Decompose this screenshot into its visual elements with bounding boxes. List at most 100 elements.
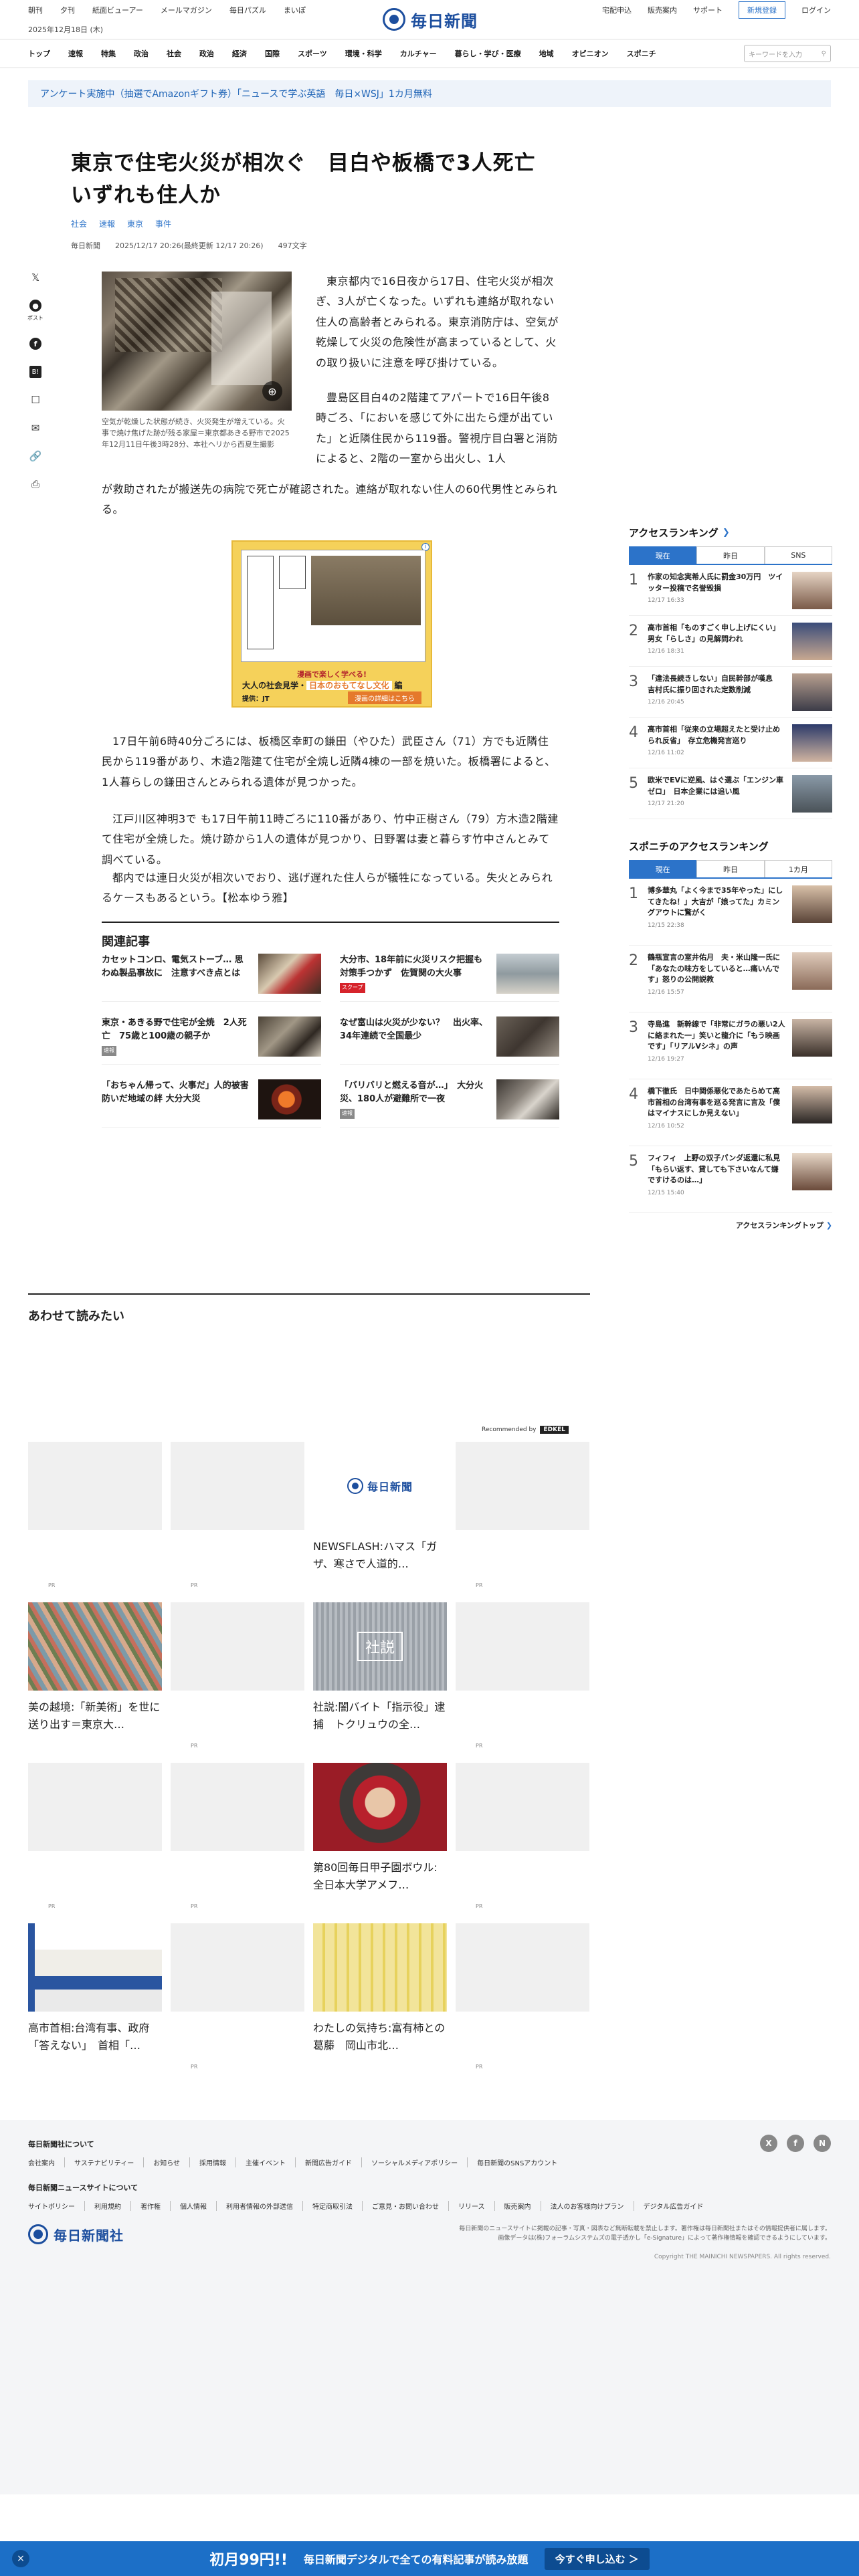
related-item[interactable]: 「おちゃん帰って、火事だ」人的被害防いだ地域の絆 大分大災	[102, 1079, 321, 1128]
tag-link[interactable]: 社会	[71, 218, 87, 229]
ranking-item[interactable]: 5 フィフィ 上野の双子パンダ返還に私見「もらい返す、貸しても下さいなんて嫌ですけ…	[629, 1146, 832, 1213]
note-icon[interactable]: N	[814, 2135, 831, 2152]
recommend-card[interactable]: PR	[171, 1442, 304, 1602]
bookmark-icon[interactable]: ☐	[29, 394, 41, 406]
nav-item[interactable]: 速報	[68, 48, 83, 59]
tab-month[interactable]: 1カ月	[764, 860, 832, 877]
link-support[interactable]: サポート	[693, 5, 723, 15]
photo-image[interactable]: ⊕	[102, 272, 292, 411]
link-icon[interactable]: 🔗	[29, 450, 42, 462]
tab-now[interactable]: 現在	[629, 860, 697, 877]
footer-link[interactable]: 主催イベント	[236, 2157, 296, 2167]
recommend-card[interactable]: PR	[171, 1923, 304, 2084]
mail-icon[interactable]: ✉	[29, 422, 41, 434]
tab-now[interactable]: 現在	[629, 546, 697, 564]
login-button[interactable]: ログイン	[801, 5, 831, 15]
ranking-item[interactable]: 1 作家の知念実希人氏に罰金30万円 ツイッター投稿で名誉毀損 12/17 16:3…	[629, 565, 832, 616]
related-item[interactable]: 大分市、18年前に火災リスク把握も対策手つかず 佐賀関の大火事 スクープ	[340, 954, 559, 1002]
nav-item[interactable]: スポニチ	[627, 48, 656, 59]
register-button[interactable]: 新規登録	[739, 1, 785, 19]
facebook-icon[interactable]: f	[29, 338, 41, 350]
link-sales[interactable]: 販売案内	[648, 5, 677, 15]
nav-item[interactable]: 環境・科学	[345, 48, 382, 59]
related-item[interactable]: カセットコンロ、電気ストーブ… 思わぬ製品事故に 注意すべき点とは	[102, 954, 321, 1002]
link-mail[interactable]: メールマガジン	[161, 5, 212, 15]
promo-banner[interactable]: アンケート実施中（抽選でAmazonギフト券）「ニュースで学ぶ英語 毎日×WSJ…	[28, 80, 831, 107]
recommend-card[interactable]: 毎日新聞 NEWSFLASH:ハマス「ガザ、寒さで人道的…	[313, 1442, 447, 1602]
search-input[interactable]: キーワードを入力 ⚲	[744, 45, 831, 62]
recommend-card[interactable]: PR	[456, 1442, 589, 1602]
nav-item[interactable]: 政治	[199, 48, 214, 59]
footer-link[interactable]: お知らせ	[144, 2157, 191, 2167]
recommend-card[interactable]: わたしの気持ち:富有柿との葛藤 岡山市北…	[313, 1923, 447, 2084]
link-maipo[interactable]: まいぽ	[284, 5, 306, 15]
recommend-card[interactable]: PR	[456, 1763, 589, 1923]
nav-item[interactable]: トップ	[28, 48, 50, 59]
recommend-card[interactable]: PR	[28, 1442, 162, 1602]
footer-link[interactable]: 法人のお客様向けプラン	[541, 2201, 634, 2211]
post-icon[interactable]: ●	[29, 300, 41, 312]
ranking-item[interactable]: 1 博多華丸「よく今まで35年やった」にしてきたね！」大吉が「娘ってた」カミングア…	[629, 879, 832, 946]
footer-link[interactable]: 個人情報	[171, 2201, 217, 2211]
recommend-card[interactable]: PR	[171, 1602, 304, 1763]
related-item[interactable]: なぜ富山は火災が少ない？ 出火率、34年連続で全国最少	[340, 1016, 559, 1065]
nav-item[interactable]: カルチャー	[400, 48, 437, 59]
nav-item[interactable]: 暮らし・学び・医療	[455, 48, 521, 59]
facebook-icon[interactable]: f	[787, 2135, 804, 2152]
x-share-icon[interactable]: 𝕏	[29, 272, 41, 284]
access-ranking-title[interactable]: アクセスランキング ❯	[629, 526, 832, 540]
recommend-card[interactable]: 社説 社説:闇バイト「指示役」逮捕 トクリュウの全…	[313, 1602, 447, 1763]
footer-link[interactable]: 採用情報	[190, 2157, 237, 2167]
related-item[interactable]: 東京・あきる野で住宅が全焼 2人死亡 75歳と100歳の親子か 速報	[102, 1016, 321, 1065]
footer-link[interactable]: ご意見・お問い合わせ	[363, 2201, 449, 2211]
footer-link[interactable]: 利用規約	[85, 2201, 131, 2211]
ranking-item[interactable]: 5 欧米でEVに逆風、はぐ選ぶ「エンジン車ゼロ」 日本企業には追い風 12/17 2…	[629, 768, 832, 819]
footer-link[interactable]: サステナビリティー	[65, 2157, 145, 2167]
recommend-card[interactable]: 美の越境:「新美術」を世に送り出す＝東京大…	[28, 1602, 162, 1763]
recommend-card[interactable]: PR	[171, 1763, 304, 1923]
recommend-card[interactable]: PR	[28, 1763, 162, 1923]
footer-link[interactable]: 新聞広告ガイド	[296, 2157, 363, 2167]
tab-yesterday[interactable]: 昨日	[696, 860, 765, 877]
ad-cta-button[interactable]: 漫画の詳細はこちら	[348, 691, 421, 704]
recommend-card[interactable]: 高市首相:台湾有事、政府「答えない」 首相「…	[28, 1923, 162, 2084]
ranking-item[interactable]: 2 鶴瓶宣言の室井佑月 夫・米山隆一氏に「あなたの味方をしていると…痛いんです」怒…	[629, 946, 832, 1012]
footer-link[interactable]: 著作権	[131, 2201, 171, 2211]
close-icon[interactable]: ×	[12, 2550, 29, 2567]
tag-link[interactable]: 事件	[155, 218, 171, 229]
recommend-card[interactable]: PR	[456, 1602, 589, 1763]
footer-link[interactable]: サイトポリシー	[28, 2201, 85, 2211]
footer-link[interactable]: リリース	[449, 2201, 495, 2211]
ranking-item[interactable]: 2 高市首相「ものすごく申し上げにくい」 男女「らしさ」の見解問われ 12/16 1…	[629, 616, 832, 667]
nav-item[interactable]: 経済	[232, 48, 247, 59]
footer-logo[interactable]: 毎日新聞社	[28, 2224, 124, 2244]
nav-item[interactable]: スポーツ	[298, 48, 327, 59]
search-icon[interactable]: ⚲	[822, 50, 826, 58]
tab-yesterday[interactable]: 昨日	[696, 546, 765, 564]
tab-sns[interactable]: SNS	[764, 546, 832, 564]
ranking-top-link[interactable]: アクセスランキングトップ ❯	[629, 1220, 832, 1230]
footer-link[interactable]: 毎日新聞のSNSアカウント	[468, 2157, 567, 2167]
footer-link[interactable]: デジタル広告ガイド	[634, 2201, 713, 2211]
recommend-card[interactable]: PR	[456, 1923, 589, 2084]
recommend-card[interactable]: 第80回毎日甲子園ボウル:全日本大学アメフ…	[313, 1763, 447, 1923]
footer-link[interactable]: ソーシャルメディアポリシー	[362, 2157, 468, 2167]
subscribe-button[interactable]: 今すぐ申し込む ＞	[544, 2547, 650, 2570]
ranking-item[interactable]: 3 寺島進 新幹線で「非常にガラの悪い2人に絡まれた一」笑いと龍介に「もう映画です…	[629, 1012, 832, 1079]
ranking-item[interactable]: 4 橋下徹氏 日中関係悪化であたらめて高市首相の台湾有事を巡る発言に言及「僕はマイ…	[629, 1079, 832, 1146]
footer-link[interactable]: 特定商取引法	[303, 2201, 363, 2211]
footer-link[interactable]: 販売案内	[495, 2201, 541, 2211]
print-icon[interactable]: ⎙	[29, 478, 41, 490]
footer-link[interactable]: 会社案内	[28, 2157, 65, 2167]
tag-link[interactable]: 速報	[99, 218, 115, 229]
link-puzzle[interactable]: 毎日パズル	[229, 5, 266, 15]
zoom-icon[interactable]: ⊕	[262, 381, 282, 401]
ranking-item[interactable]: 3 「違法長続きしない」自民幹部が嘆息 吉村氏に振り回された定数削減 12/16 2…	[629, 667, 832, 718]
related-item[interactable]: 「バリバリと燃える音が…」 大分火災、180人が避難所で一夜 速報	[340, 1079, 559, 1128]
ranking-item[interactable]: 4 高市首相「従来の立場超えたと受け止められ反省」 存立危機発言巡り 12/16 1…	[629, 718, 832, 768]
x-icon[interactable]: X	[760, 2135, 777, 2152]
nav-item[interactable]: 国際	[265, 48, 280, 59]
link-morning[interactable]: 朝刊	[28, 5, 43, 15]
nav-item[interactable]: 地域	[539, 48, 554, 59]
subscribe-bar[interactable]: × 初月99円!! 毎日新聞デジタルで全ての有料記事が読み放題 今すぐ申し込む …	[0, 2541, 859, 2576]
